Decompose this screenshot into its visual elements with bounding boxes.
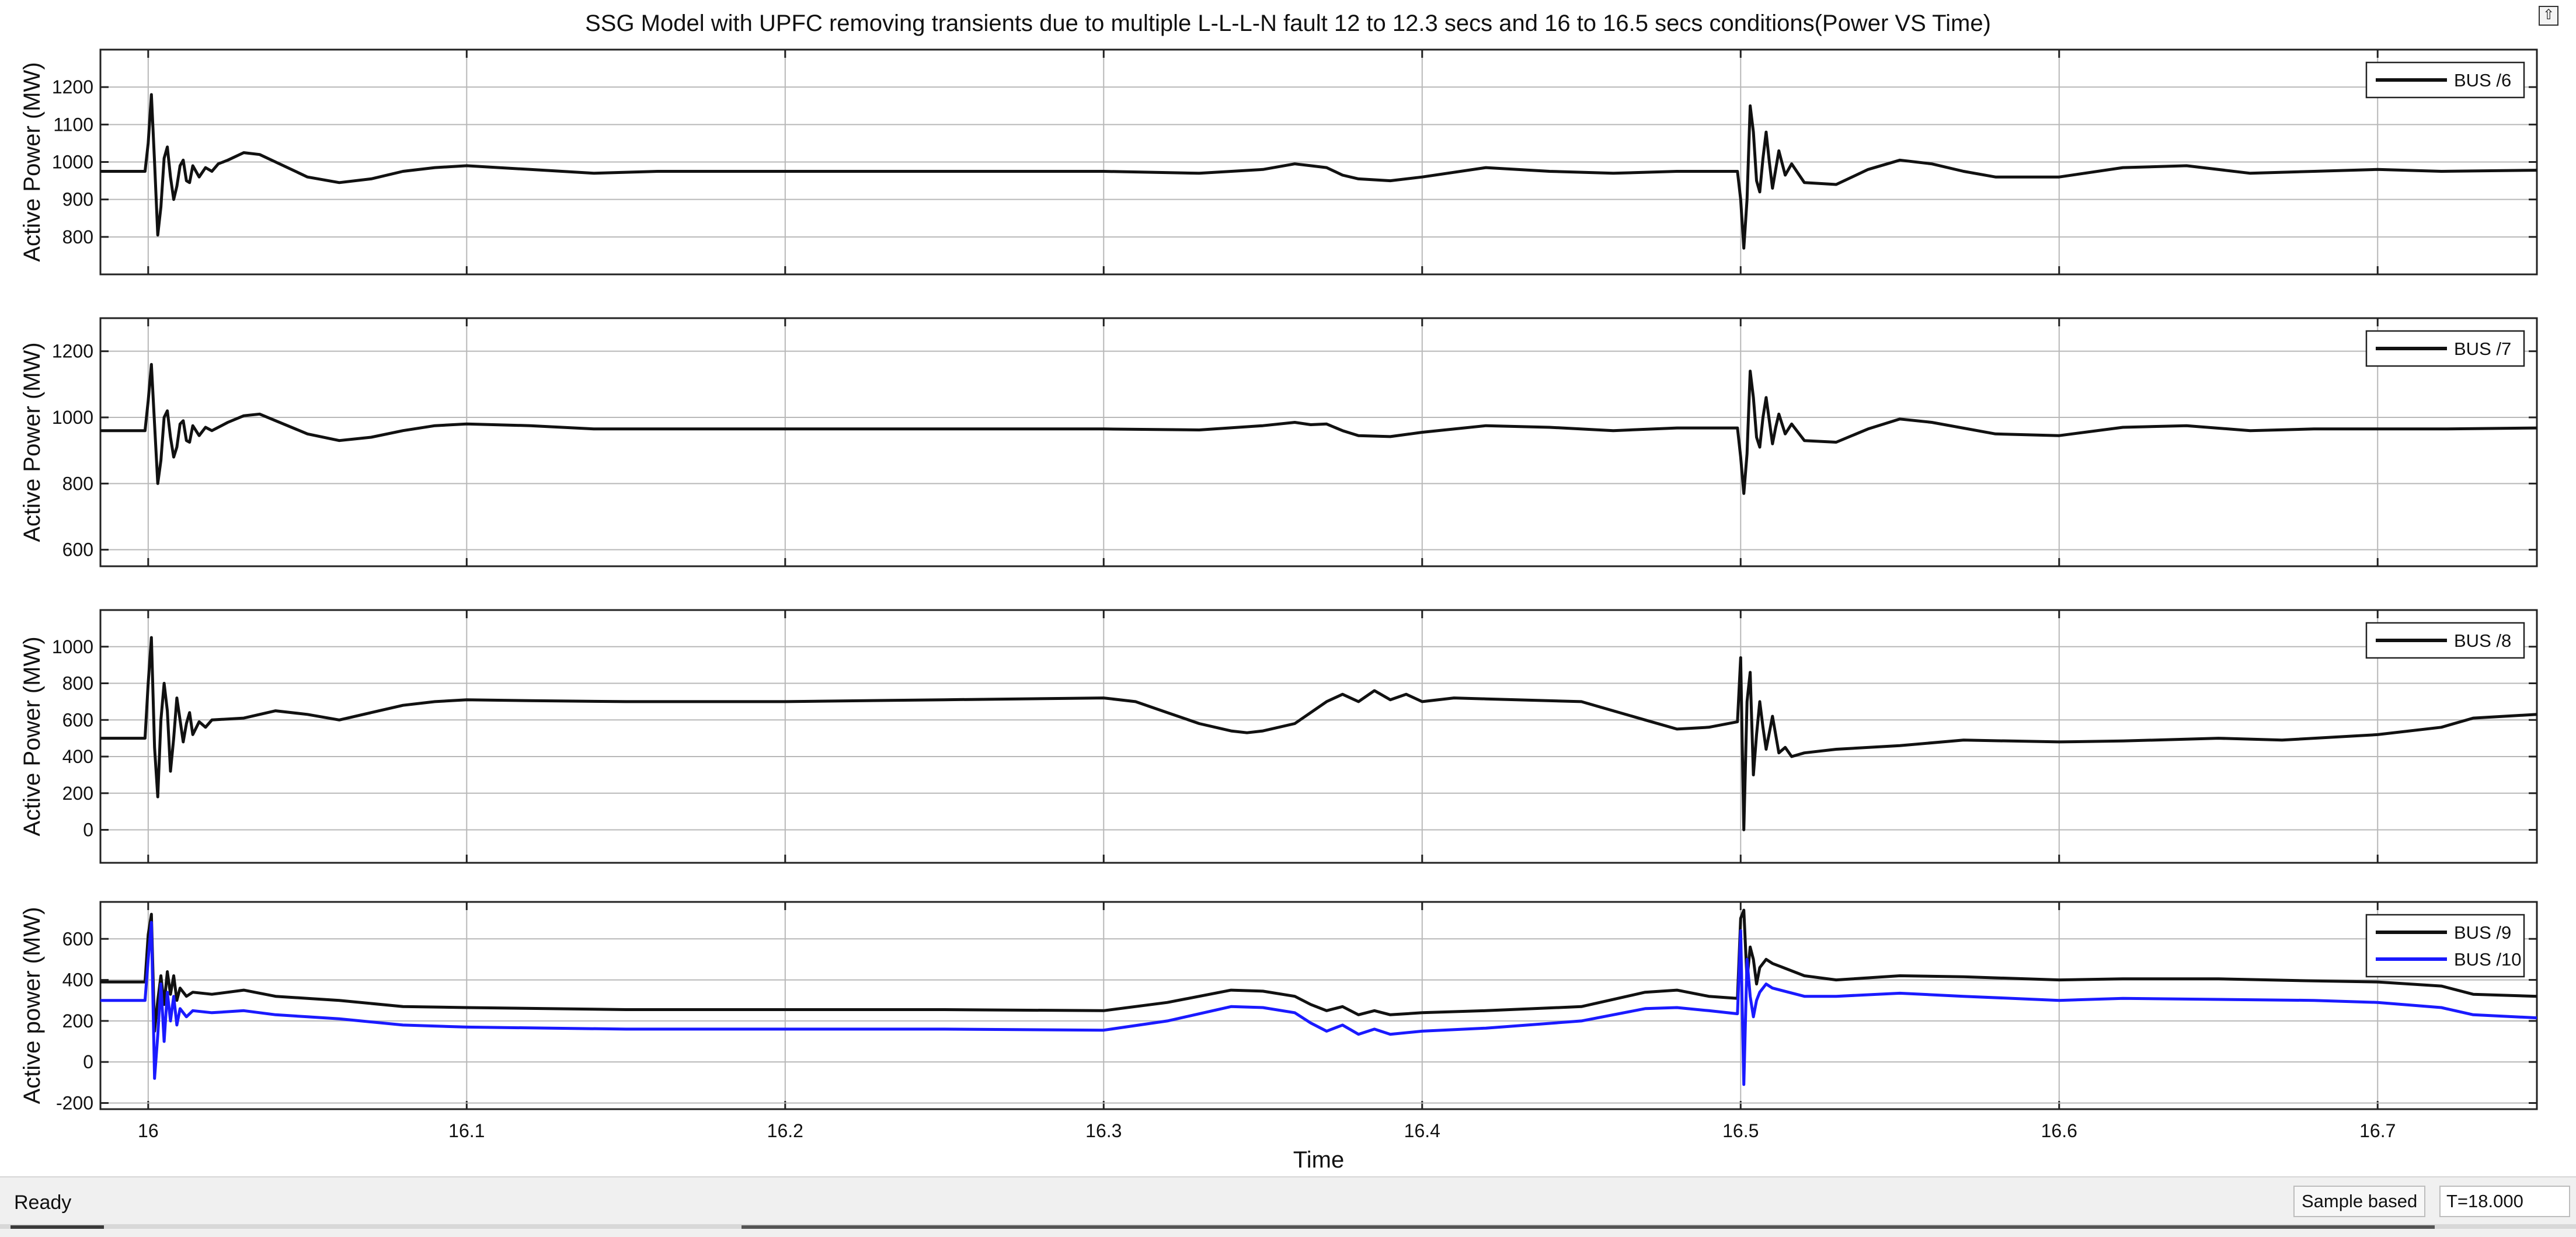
y-tick-label: 800 bbox=[62, 473, 93, 494]
legend-label: BUS /10 bbox=[2454, 949, 2521, 970]
scope-panel-2: 600 800 1000 1200 Active Power (MW) BUS /7 bbox=[19, 317, 2538, 567]
y-axis-label: Active power (MW) bbox=[19, 907, 45, 1104]
y-tick-label: 1200 bbox=[52, 341, 93, 362]
y-tick-label: 1100 bbox=[53, 114, 93, 135]
y-axis-label: Active Power (MW) bbox=[19, 342, 45, 542]
x-tick-label: 16.5 bbox=[1722, 1120, 1759, 1141]
x-tick-label: 16.6 bbox=[2041, 1120, 2077, 1141]
sample-mode-indicator: Sample based bbox=[2293, 1186, 2426, 1217]
y-tick-label: 800 bbox=[62, 673, 93, 694]
plot-area bbox=[99, 901, 2538, 1110]
legend: BUS /8 bbox=[2365, 622, 2525, 659]
status-strip bbox=[11, 1225, 104, 1229]
x-tick-label: 16 bbox=[138, 1120, 159, 1141]
simulation-time: T=18.000 bbox=[2439, 1186, 2570, 1217]
y-tick-label: 0 bbox=[83, 1051, 93, 1072]
y-tick-label: 600 bbox=[62, 539, 93, 560]
y-tick-label: 1000 bbox=[52, 152, 93, 173]
x-tick-label: 16.3 bbox=[1085, 1120, 1122, 1141]
plot-area bbox=[99, 317, 2538, 567]
y-axis-label: Active Power (MW) bbox=[19, 62, 45, 262]
y-tick-label: 900 bbox=[62, 189, 93, 210]
y-tick-label: 600 bbox=[62, 928, 93, 949]
scope-plots: 800 900 1000 1100 1200 Active Power (MW) BUS /… bbox=[19, 48, 2538, 1173]
x-tick-label: 16.1 bbox=[448, 1120, 485, 1141]
scope-panel-4: 16 16.1 16.2 16.3 16.4 16.5 16.6 16.7 -200 0 200 40… bbox=[19, 901, 2538, 1173]
y-axis-label: Active Power (MW) bbox=[19, 636, 45, 836]
y-tick-label: 600 bbox=[62, 709, 93, 730]
y-tick-label: -200 bbox=[56, 1092, 93, 1113]
status-text: Ready bbox=[14, 1191, 72, 1214]
y-tick-label: 200 bbox=[62, 783, 93, 804]
status-bar: Ready Sample based T=18.000 bbox=[0, 1176, 2576, 1237]
scope-panel-1: 800 900 1000 1100 1200 Active Power (MW) BUS /… bbox=[19, 48, 2538, 276]
y-tick-label: 800 bbox=[62, 227, 93, 248]
y-tick-label: 1000 bbox=[52, 407, 93, 428]
y-tick-label: 400 bbox=[62, 970, 93, 991]
y-tick-label: 1000 bbox=[52, 636, 93, 657]
x-axis-label: Time bbox=[1293, 1147, 1344, 1173]
y-tick-label: 400 bbox=[62, 746, 93, 767]
x-tick-label: 16.4 bbox=[1404, 1120, 1440, 1141]
scope-window: SSG Model with UPFC removing transients … bbox=[0, 0, 2576, 1237]
status-strip bbox=[742, 1225, 2435, 1229]
legend-label: BUS /8 bbox=[2454, 630, 2511, 651]
y-tick-label: 200 bbox=[62, 1010, 93, 1032]
legend-label: BUS /9 bbox=[2454, 922, 2511, 943]
legend-label: BUS /6 bbox=[2454, 70, 2511, 90]
plot-area bbox=[99, 609, 2538, 864]
legend: BUS /6 bbox=[2365, 61, 2525, 99]
legend-label: BUS /7 bbox=[2454, 339, 2511, 359]
scope-panel-3: 0 200 400 600 800 1000 Active Power (MW) BUS /8 bbox=[19, 609, 2538, 864]
legend: BUS /7 bbox=[2365, 330, 2525, 367]
y-tick-label: 1200 bbox=[52, 76, 93, 97]
y-tick-label: 0 bbox=[83, 820, 93, 841]
x-tick-label: 16.2 bbox=[767, 1120, 803, 1141]
legend: BUS /9 BUS /10 bbox=[2365, 914, 2525, 978]
x-tick-label: 16.7 bbox=[2359, 1120, 2396, 1141]
